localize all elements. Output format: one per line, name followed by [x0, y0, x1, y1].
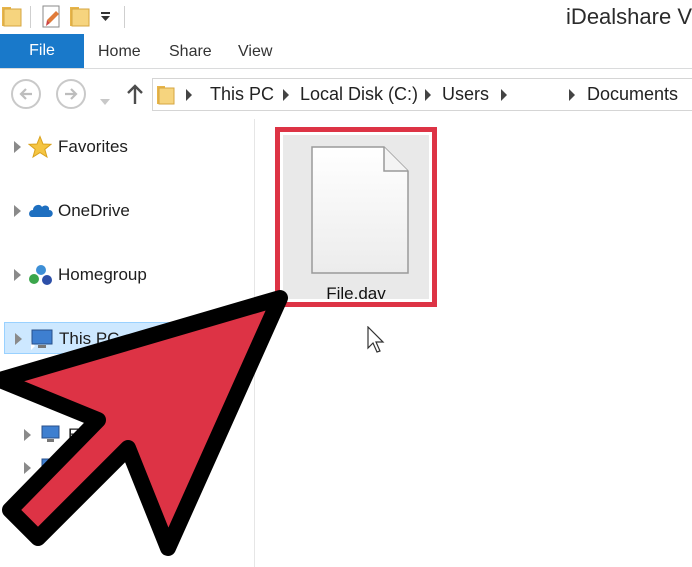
chevron-right-icon[interactable]	[283, 89, 289, 101]
cloud-icon	[28, 199, 53, 223]
tab-home[interactable]: Home	[98, 43, 141, 61]
network-computer-icon	[40, 423, 64, 447]
up-arrow-icon[interactable]	[125, 83, 145, 110]
expand-arrow-icon[interactable]	[24, 462, 44, 479]
window-title: iDealshare V	[566, 4, 692, 29]
properties-icon[interactable]	[42, 4, 64, 35]
computer-icon	[29, 327, 53, 351]
expand-arrow-icon[interactable]	[15, 333, 35, 350]
blank-document-icon	[310, 145, 410, 280]
navigation-bar: This PC Local Disk (C:) Users Documents	[0, 69, 692, 119]
sidebar-item-label: OneDrive	[58, 201, 130, 220]
back-arrow-icon	[19, 88, 32, 100]
star-icon	[27, 135, 53, 159]
sidebar-item-network-computer[interactable]: EP	[0, 419, 254, 451]
expand-arrow-icon[interactable]	[14, 205, 34, 222]
expand-arrow-icon[interactable]	[14, 141, 34, 158]
title-bar: iDealshare V	[0, 0, 692, 34]
ribbon-tabs: File Home Share View	[0, 34, 692, 69]
tab-view[interactable]: View	[238, 43, 272, 61]
folder-icon[interactable]	[2, 4, 24, 33]
folder-icon	[157, 84, 177, 111]
chevron-right-icon[interactable]	[501, 89, 507, 101]
file-item[interactable]: File.dav	[283, 135, 429, 303]
tab-share[interactable]: Share	[169, 43, 212, 61]
sidebar-item-label: Homegroup	[58, 265, 147, 284]
network-computer-icon	[40, 456, 64, 480]
breadcrumb-users[interactable]: Users	[442, 84, 489, 105]
chevron-right-icon[interactable]	[569, 89, 575, 101]
breadcrumb-local-disk[interactable]: Local Disk (C:)	[300, 84, 418, 105]
address-bar[interactable]: This PC Local Disk (C:) Users Documents	[152, 78, 692, 111]
sidebar-item-label: EP	[68, 425, 91, 444]
customize-dropdown-icon[interactable]	[100, 10, 112, 28]
new-folder-icon[interactable]	[70, 4, 92, 33]
chevron-right-icon[interactable]	[425, 89, 431, 101]
navigation-pane: Favorites OneDrive Homegroup This PC EP	[0, 119, 255, 567]
sidebar-item-favorites[interactable]: Favorites	[0, 131, 254, 163]
back-button[interactable]	[11, 79, 41, 109]
chevron-right-icon[interactable]	[186, 89, 192, 101]
file-item-highlight[interactable]: File.dav	[275, 127, 437, 307]
sidebar-item-network-computer[interactable]	[0, 452, 254, 484]
tab-file[interactable]: File	[0, 34, 84, 68]
sidebar-item-label: This PC	[59, 329, 120, 348]
sidebar-item-this-pc[interactable]: This PC	[4, 322, 254, 354]
recent-locations-dropdown-icon[interactable]	[100, 92, 110, 110]
forward-button[interactable]	[56, 79, 86, 109]
toolbar-separator	[124, 6, 125, 28]
expand-arrow-icon[interactable]	[14, 269, 34, 286]
sidebar-item-label: Favorites	[58, 137, 128, 156]
sidebar-item-onedrive[interactable]: OneDrive	[0, 195, 254, 227]
expand-arrow-icon[interactable]	[24, 429, 44, 446]
file-name: File.dav	[326, 284, 386, 303]
homegroup-icon	[28, 263, 52, 287]
breadcrumb-this-pc[interactable]: This PC	[210, 84, 274, 105]
sidebar-item-homegroup[interactable]: Homegroup	[0, 259, 254, 291]
forward-arrow-icon	[65, 88, 78, 100]
mouse-cursor-icon	[367, 325, 387, 359]
breadcrumb-documents[interactable]: Documents	[587, 84, 678, 105]
toolbar-separator	[30, 6, 31, 28]
